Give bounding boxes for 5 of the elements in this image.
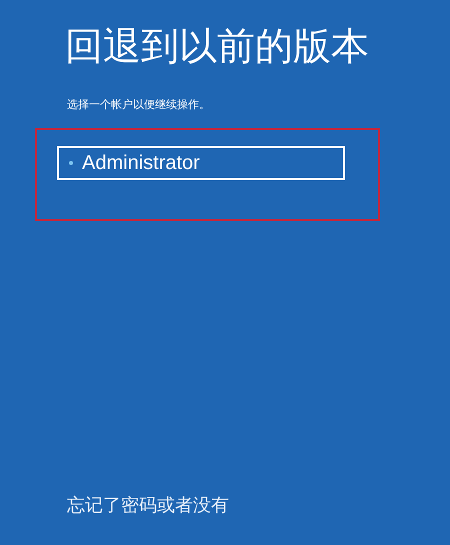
account-button[interactable]: Administrator <box>57 146 345 180</box>
page-title: 回退到以前的版本 <box>65 25 370 70</box>
instruction-text: 选择一个帐户以便继续操作。 <box>67 98 211 112</box>
bullet-icon <box>69 161 73 165</box>
forgot-password-link[interactable]: 忘记了密码或者没有 <box>67 493 450 517</box>
